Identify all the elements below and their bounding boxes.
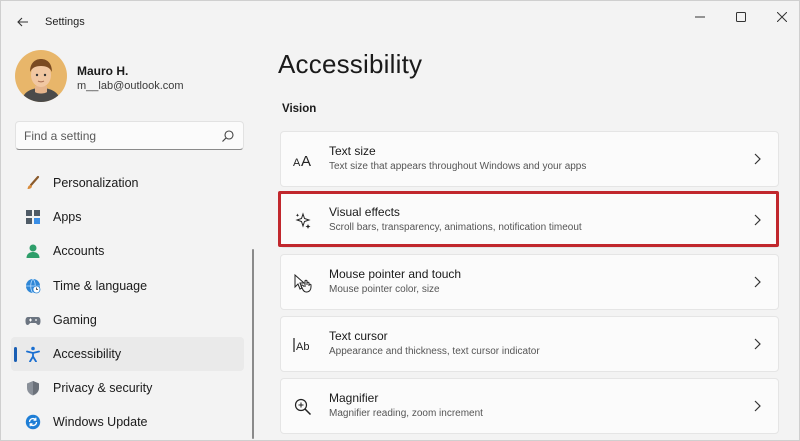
close-button[interactable] [765,5,799,29]
svg-text:Ab: Ab [296,341,309,353]
svg-text:A: A [293,157,301,168]
sidebar-item-windows-update[interactable]: Windows Update [11,405,244,439]
person-icon [24,242,42,260]
search-box[interactable] [15,121,244,150]
sidebar-item-label: Apps [53,210,82,225]
sidebar-item-personalization[interactable]: Personalization [11,166,244,200]
card-mouse-pointer-touch[interactable]: Mouse pointer and touch Mouse pointer co… [280,254,779,310]
sidebar-item-privacy-security[interactable]: Privacy & security [11,371,244,405]
sidebar-item-time-language[interactable]: Time & language [11,269,244,303]
card-title: Text cursor [329,329,388,343]
minimize-button[interactable] [683,5,717,29]
globe-clock-icon [24,277,42,295]
card-title: Magnifier [329,391,379,405]
sidebar-item-label: Privacy & security [53,381,153,396]
sidebar-item-gaming[interactable]: Gaming [11,303,244,337]
page-title: Accessibility [278,49,423,79]
avatar[interactable] [15,50,67,102]
chevron-right-icon [754,400,761,412]
chevron-right-icon [754,214,761,226]
title-bar: Settings [1,1,800,43]
settings-window: Settings Mauro H. m__lab@outlook.com Fin… [0,0,800,441]
search-icon[interactable] [221,129,235,143]
search-input[interactable] [24,127,214,144]
pointer-touch-icon [293,273,313,293]
sidebar-item-label: Gaming [53,312,97,327]
close-icon [777,12,787,22]
card-visual-effects[interactable]: Visual effects Scroll bars, transparency… [280,192,779,248]
sidebar-item-label: Windows Update [53,415,148,430]
card-text-size[interactable]: AA Text size Text size that appears thro… [280,131,779,187]
user-name: Mauro H. [77,64,129,78]
section-title: Vision [282,103,317,115]
sidebar-item-label: Time & language [53,278,148,293]
update-icon [24,413,42,431]
sidebar-item-label: Accessibility [53,347,122,362]
sidebar-item-label: Accounts [53,244,105,259]
text-cursor-icon: Ab [293,335,313,355]
apps-icon [24,208,42,226]
sidebar-item-label: Personalization [53,176,139,191]
card-description: Magnifier reading, zoom increment [329,408,483,419]
user-avatar-icon [15,50,67,102]
card-description: Mouse pointer color, size [329,284,440,295]
user-email: m__lab@outlook.com [77,80,184,92]
chevron-right-icon [754,276,761,288]
sparkle-icon [293,211,313,231]
sidebar-item-accessibility[interactable]: Accessibility [11,336,244,372]
card-title: Visual effects [329,205,400,219]
card-description: Text size that appears throughout Window… [329,161,587,172]
chevron-right-icon [754,338,761,350]
brush-icon [24,174,42,192]
chevron-right-icon [754,153,761,165]
accessibility-icon [24,345,42,363]
card-description: Appearance and thickness, text cursor in… [329,346,540,357]
text-size-icon: AA [293,150,313,170]
maximize-icon [736,12,746,22]
minimize-icon [695,16,705,18]
card-description: Scroll bars, transparency, animations, n… [329,222,582,233]
card-magnifier[interactable]: Magnifier Magnifier reading, zoom increm… [280,378,779,434]
back-arrow-icon [17,17,28,27]
maximize-button[interactable] [724,5,758,29]
sidebar-item-accounts[interactable]: Accounts [11,234,244,268]
card-text-cursor[interactable]: Ab Text cursor Appearance and thickness,… [280,316,779,372]
gamepad-icon [24,311,42,329]
magnifier-icon [293,397,313,417]
sidebar-item-apps[interactable]: Apps [11,200,244,234]
active-indicator [14,346,17,362]
sidebar-scrollbar[interactable] [252,249,254,439]
svg-text:A: A [301,153,311,168]
card-title: Mouse pointer and touch [329,267,462,281]
app-title: Settings [45,16,85,28]
shield-icon [24,379,42,397]
card-title: Text size [329,144,376,158]
sidebar-nav: Personalization Apps Accounts Time & lan… [11,166,245,440]
back-button[interactable] [9,9,37,35]
